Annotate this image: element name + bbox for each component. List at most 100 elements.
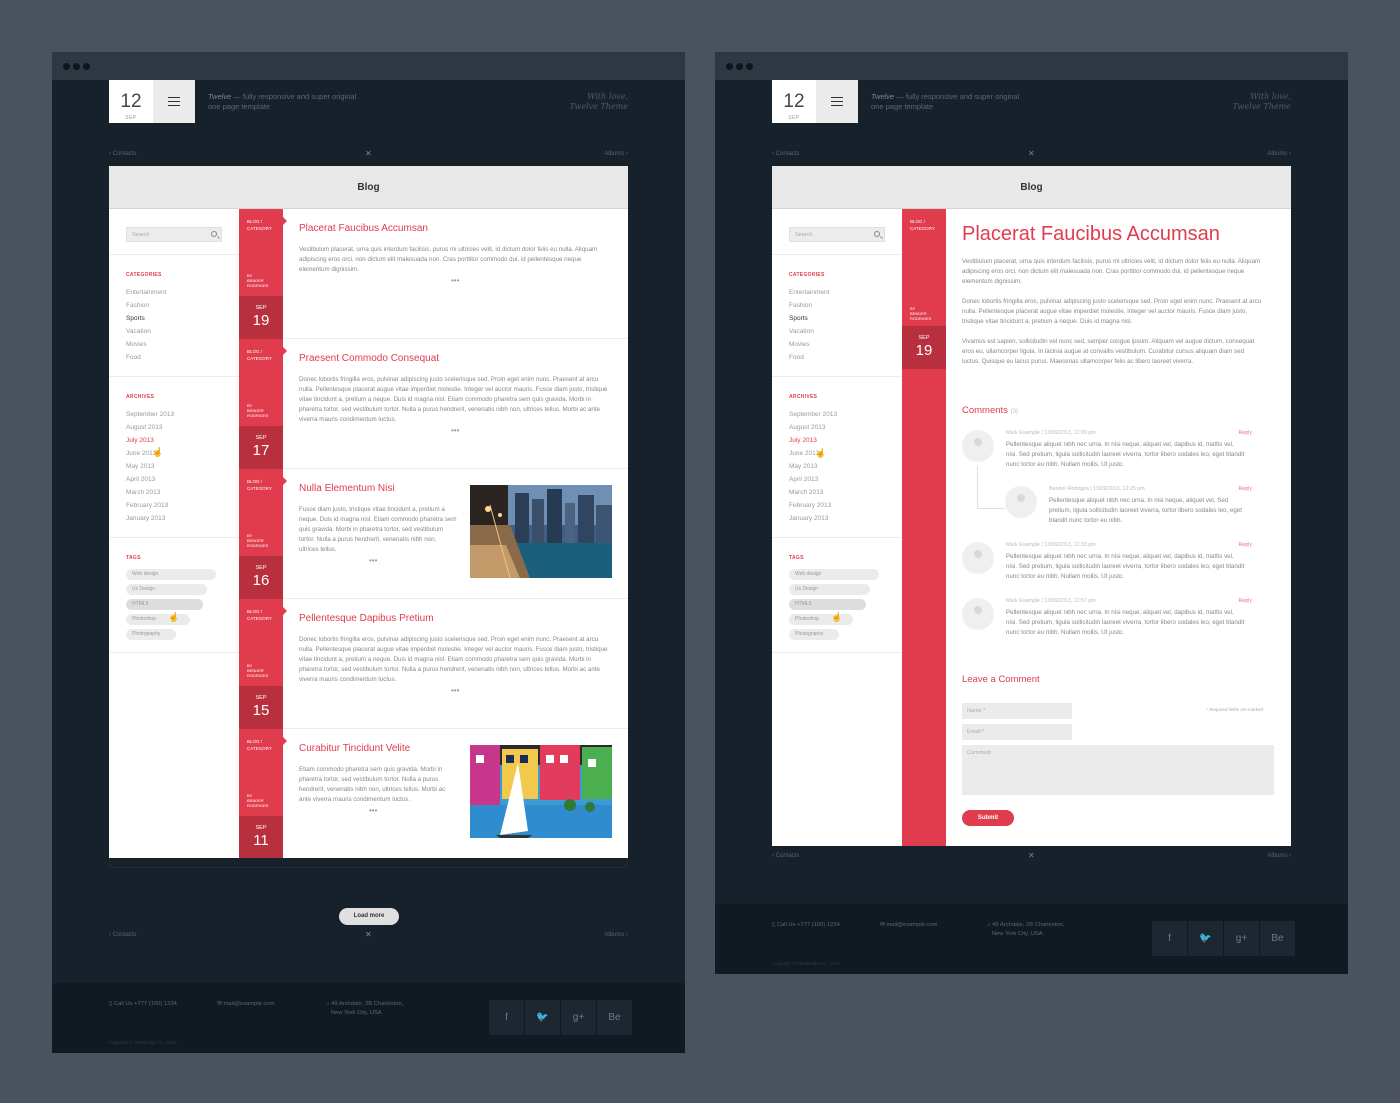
nav-contacts-link[interactable]: ‹ Contacts: [109, 932, 136, 938]
nav-albums-link[interactable]: Albums ›: [1267, 853, 1291, 859]
category-item[interactable]: Vacation: [789, 325, 902, 338]
category-item[interactable]: Movies: [126, 338, 239, 351]
load-more-button[interactable]: Load more: [339, 908, 399, 925]
tag-pill[interactable]: Ux Design: [789, 584, 870, 595]
category-item[interactable]: Vacation: [126, 325, 239, 338]
post-image-city-bridge[interactable]: [470, 485, 612, 578]
nav-albums-link[interactable]: Albums ›: [604, 151, 628, 157]
nav-albums-link[interactable]: Albums ›: [1267, 151, 1291, 157]
archive-item[interactable]: January 2013: [789, 512, 902, 525]
nav-contacts-link[interactable]: ‹ Contacts: [772, 853, 799, 859]
twitter-icon[interactable]: 🐦: [1188, 921, 1223, 956]
post-category[interactable]: BLOG / CATEGORY: [247, 478, 272, 492]
tag-pill-hover[interactable]: HTML5: [789, 599, 866, 610]
hamburger-menu-button[interactable]: [816, 80, 858, 123]
read-more[interactable]: •••: [451, 686, 459, 695]
tag-pill[interactable]: Photoshop: [789, 614, 853, 625]
category-item[interactable]: Entertainment: [789, 286, 902, 299]
search-input[interactable]: Search: [789, 227, 885, 242]
search-icon[interactable]: [874, 231, 880, 237]
tag-pill[interactable]: Web design: [126, 569, 216, 580]
footer-phone[interactable]: ▯ Call Us +777 (100) 1234: [109, 1000, 177, 1009]
tag-pill[interactable]: Photoshop: [126, 614, 190, 625]
behance-icon[interactable]: Be: [597, 1000, 632, 1035]
search-icon[interactable]: [211, 231, 217, 237]
archive-item[interactable]: September 2013: [126, 408, 239, 421]
category-item[interactable]: Fashion: [126, 299, 239, 312]
name-field[interactable]: Name *: [962, 703, 1072, 719]
post-category[interactable]: BLOG / CATEGORY: [247, 348, 272, 362]
post-title[interactable]: Pellentesque Dapibus Pretium: [299, 613, 434, 624]
close-icon[interactable]: ✕: [365, 149, 372, 158]
category-item[interactable]: Fashion: [789, 299, 902, 312]
archive-item[interactable]: September 2013: [789, 408, 902, 421]
read-more[interactable]: •••: [451, 426, 459, 435]
post-category[interactable]: BLOG / CATEGORY: [247, 608, 272, 622]
nav-contacts-link[interactable]: ‹ Contacts: [109, 151, 136, 157]
post-title[interactable]: Praesent Commodo Consequat: [299, 353, 439, 364]
archive-item-hover[interactable]: July 2013: [126, 434, 239, 447]
nav-contacts-link[interactable]: ‹ Contacts: [772, 151, 799, 157]
tag-pill[interactable]: Ux Design: [126, 584, 207, 595]
category-item[interactable]: Movies: [789, 338, 902, 351]
category-item[interactable]: Food: [789, 351, 902, 364]
archive-item[interactable]: June 2013: [126, 447, 239, 460]
post-category[interactable]: BLOG / CATEGORY: [910, 218, 935, 232]
window-controls[interactable]: [726, 63, 753, 70]
archive-item[interactable]: June 2013: [789, 447, 902, 460]
reply-link[interactable]: Reply: [1238, 598, 1252, 604]
archive-item-hover[interactable]: July 2013: [789, 434, 902, 447]
reply-link[interactable]: Reply: [1238, 430, 1252, 436]
footer-phone[interactable]: ▯ Call Us +777 (100) 1234: [772, 921, 840, 930]
category-item[interactable]: Food: [126, 351, 239, 364]
archive-item[interactable]: February 2013: [789, 499, 902, 512]
facebook-icon[interactable]: f: [489, 1000, 524, 1035]
read-more[interactable]: •••: [369, 806, 377, 815]
tag-pill[interactable]: Web design: [789, 569, 879, 580]
category-item-active[interactable]: Sports: [126, 312, 239, 325]
post-title[interactable]: Placerat Faucibus Accumsan: [299, 223, 428, 234]
category-item[interactable]: Entertainment: [126, 286, 239, 299]
email-field[interactable]: Email *: [962, 724, 1072, 740]
archive-item[interactable]: March 2013: [789, 486, 902, 499]
nav-albums-link[interactable]: Albums ›: [604, 932, 628, 938]
reply-link[interactable]: Reply: [1238, 542, 1252, 548]
close-icon[interactable]: ✕: [1028, 149, 1035, 158]
post-image-painting[interactable]: [470, 745, 612, 838]
behance-icon[interactable]: Be: [1260, 921, 1295, 956]
comment-textarea[interactable]: Comment: [962, 745, 1274, 795]
read-more[interactable]: •••: [451, 276, 459, 285]
archive-item[interactable]: May 2013: [789, 460, 902, 473]
tag-pill-hover[interactable]: HTML5: [126, 599, 203, 610]
archive-item[interactable]: January 2013: [126, 512, 239, 525]
post-category[interactable]: BLOG / CATEGORY: [247, 218, 272, 232]
close-icon[interactable]: ✕: [1028, 851, 1035, 860]
window-controls[interactable]: [63, 63, 90, 70]
archive-item[interactable]: May 2013: [126, 460, 239, 473]
twitter-icon[interactable]: 🐦: [525, 1000, 560, 1035]
facebook-icon[interactable]: f: [1152, 921, 1187, 956]
hamburger-menu-button[interactable]: [153, 80, 195, 123]
post-title[interactable]: Curabitur Tincidunt Velite: [299, 743, 410, 754]
archive-item[interactable]: August 2013: [126, 421, 239, 434]
tag-pill[interactable]: Photography: [126, 629, 176, 640]
google-plus-icon[interactable]: g+: [561, 1000, 596, 1035]
read-more[interactable]: •••: [369, 556, 377, 565]
footer-email[interactable]: ✉ mail@example.com: [217, 1000, 274, 1009]
google-plus-icon[interactable]: g+: [1224, 921, 1259, 956]
close-icon[interactable]: ✕: [365, 930, 372, 939]
post-title[interactable]: Nulla Elementum Nisi: [299, 483, 395, 494]
archive-item[interactable]: April 2013: [126, 473, 239, 486]
avatar: [962, 542, 994, 574]
search-input[interactable]: Search: [126, 227, 222, 242]
archive-item[interactable]: March 2013: [126, 486, 239, 499]
tag-pill[interactable]: Photography: [789, 629, 839, 640]
submit-button[interactable]: Submit: [962, 810, 1014, 826]
category-item-active[interactable]: Sports: [789, 312, 902, 325]
reply-link[interactable]: Reply: [1238, 486, 1252, 492]
post-category[interactable]: BLOG / CATEGORY: [247, 738, 272, 752]
archive-item[interactable]: August 2013: [789, 421, 902, 434]
footer-email[interactable]: ✉ mail@example.com: [880, 921, 937, 930]
archive-item[interactable]: April 2013: [789, 473, 902, 486]
archive-item[interactable]: February 2013: [126, 499, 239, 512]
